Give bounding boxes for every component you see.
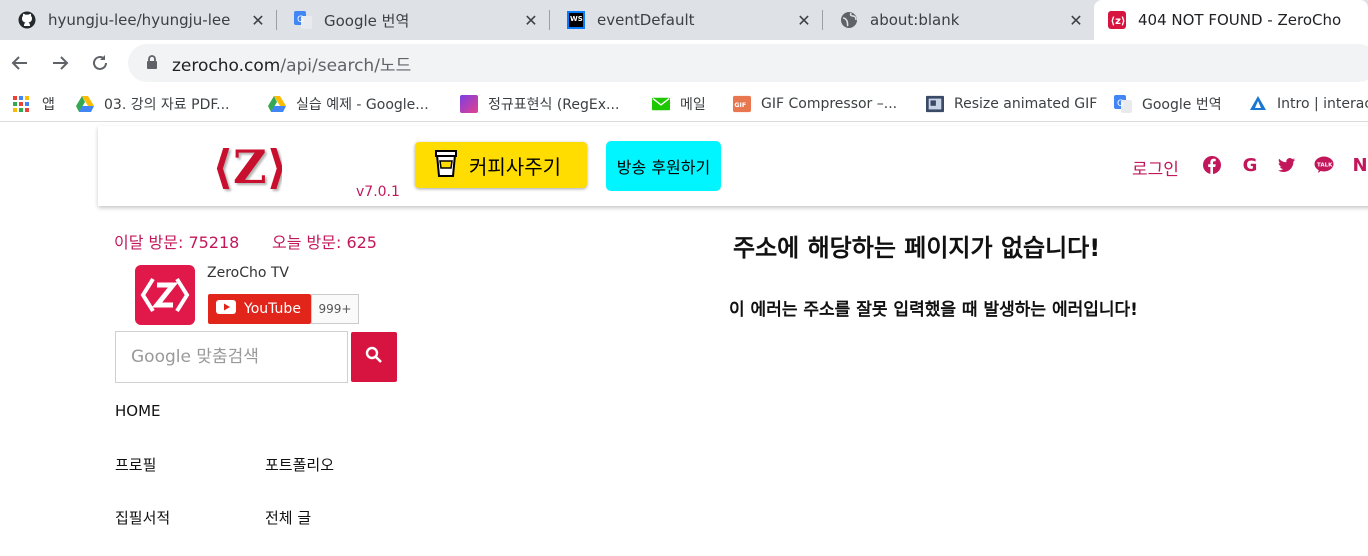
bookmark-angular-intro[interactable]: Intro | interac: [1249, 93, 1368, 115]
login-link[interactable]: 로그인: [1132, 155, 1179, 180]
bookmarks-bar: 앱 03. 강의 자료 PDF... 실습 예제 - Google... 정규표…: [0, 86, 1368, 122]
facebook-icon[interactable]: [1202, 155, 1222, 175]
nav-home[interactable]: HOME: [115, 402, 161, 420]
globe-icon: [840, 11, 858, 29]
github-icon: [18, 11, 36, 29]
site-version: v7.0.1: [356, 184, 400, 200]
donate-broadcast-button[interactable]: 방송 후원하기: [606, 141, 721, 191]
bookmark-regex[interactable]: 정규표현식 (RegEx...: [460, 93, 619, 115]
twitter-icon[interactable]: [1277, 155, 1297, 175]
nav-writing[interactable]: 집필서적: [115, 507, 170, 528]
svg-text:WS: WS: [570, 15, 583, 23]
bookmark-lecture-pdf[interactable]: 03. 강의 자료 PDF...: [76, 93, 230, 115]
tab-about-blank[interactable]: about:blank ✕: [822, 0, 1094, 40]
svg-text:G: G: [1117, 99, 1124, 109]
close-icon[interactable]: ✕: [1066, 10, 1086, 30]
angular-icon: [1249, 95, 1267, 113]
zerocho-logo[interactable]: ⟨Z⟩: [210, 136, 288, 196]
youtube-label: YouTube: [244, 301, 301, 317]
bookmark-label: 메일: [680, 97, 706, 113]
tab-google-translate[interactable]: G Google 번역 ✕: [276, 0, 550, 40]
url-host: zerocho.com: [172, 55, 281, 76]
coffee-cup-icon: [435, 149, 457, 182]
nav-all-posts[interactable]: 전체 글: [265, 507, 311, 528]
browser-tab-strip: hyungju-lee/hyungju-lee ✕ G Google 번역 ✕ …: [0, 0, 1368, 40]
today-visits: 오늘 방문: 625: [272, 233, 377, 252]
gradient-square-icon: [460, 95, 478, 113]
nav-portfolio[interactable]: 포트폴리오: [265, 454, 334, 475]
close-icon[interactable]: ✕: [794, 10, 814, 30]
bookmark-label: 정규표현식 (RegEx...: [488, 97, 620, 113]
url-text: zerocho.com/api/search/노드: [172, 51, 411, 76]
google-drive-icon: [268, 95, 286, 113]
svg-text:G: G: [297, 15, 304, 25]
tab-title: eventDefault: [597, 11, 695, 29]
bookmark-practice-examples[interactable]: 실습 예제 - Google...: [268, 93, 429, 115]
svg-text:⟨Z⟩: ⟨Z⟩: [212, 140, 282, 194]
nav-profile[interactable]: 프로필: [115, 454, 156, 475]
tab-github[interactable]: hyungju-lee/hyungju-lee ✕: [0, 0, 277, 40]
month-visits: 이달 방문: 75218: [114, 233, 240, 252]
mail-icon: [652, 95, 670, 113]
bookmark-label: Resize animated GIF: [954, 96, 1098, 112]
error-description: 이 에러는 주소를 잘못 입력했을 때 발생하는 에러입니다!: [729, 300, 1138, 320]
subscriber-count: 999+: [311, 294, 359, 324]
bookmark-apps[interactable]: 앱: [12, 93, 55, 115]
google-translate-icon: G: [1114, 95, 1132, 113]
svg-text:GIF: GIF: [734, 102, 746, 109]
buy-coffee-label: 커피사주기: [469, 154, 561, 179]
address-bar[interactable]: zerocho.com/api/search/노드: [128, 44, 1368, 82]
bookmark-label: 실습 예제 - Google...: [296, 97, 429, 113]
tab-title: hyungju-lee/hyungju-lee: [48, 11, 231, 29]
kakao-text: TALK: [1317, 163, 1333, 169]
zerocho-tv-avatar[interactable]: [135, 265, 195, 325]
google-custom-search-input[interactable]: [116, 332, 347, 382]
tab-zerocho-404[interactable]: ⟨z⟩ 404 NOT FOUND - ZeroCho: [1094, 0, 1368, 40]
youtube-subscribe-button[interactable]: YouTube: [208, 294, 311, 324]
tab-title: about:blank: [870, 11, 960, 29]
bookmark-label: GIF Compressor –...: [761, 96, 898, 112]
bookmark-label: 앱: [42, 97, 55, 113]
forward-arrow-icon[interactable]: [48, 51, 72, 75]
browser-toolbar: zerocho.com/api/search/노드: [0, 40, 1368, 86]
zerocho-icon: ⟨z⟩: [1108, 11, 1126, 29]
error-title: 주소에 해당하는 페이지가 없습니다!: [733, 234, 1101, 262]
youtube-play-icon: [216, 300, 236, 318]
bookmark-google-translate[interactable]: G Google 번역: [1114, 93, 1222, 115]
donate-label: 방송 후원하기: [616, 158, 711, 177]
bookmark-label: Intro | interac: [1277, 96, 1368, 112]
google-drive-icon: [76, 95, 94, 113]
back-arrow-icon[interactable]: [8, 51, 32, 75]
tab-title: Google 번역: [324, 11, 410, 30]
buy-coffee-button[interactable]: 커피사주기: [415, 142, 587, 188]
google-icon[interactable]: G: [1240, 155, 1260, 176]
site-header: ⟨Z⟩ v7.0.1 커피사주기 방송 후원하기 로그인 G TALK N: [98, 126, 1368, 206]
close-icon[interactable]: ✕: [521, 10, 541, 30]
gif-icon: GIF: [733, 95, 751, 113]
search-field-container: [115, 331, 348, 383]
lock-icon: [146, 54, 158, 73]
naver-icon[interactable]: N: [1350, 155, 1368, 176]
reload-icon[interactable]: [88, 51, 112, 75]
channel-name: ZeroCho TV: [207, 265, 290, 281]
tab-title: 404 NOT FOUND - ZeroCho: [1138, 11, 1342, 29]
close-icon[interactable]: ✕: [248, 10, 268, 30]
bookmark-mail[interactable]: 메일: [652, 93, 706, 115]
bookmark-gif-compressor[interactable]: GIF GIF Compressor –...: [733, 93, 897, 115]
tab-event-default[interactable]: WS eventDefault ✕: [549, 0, 823, 40]
google-translate-icon: G: [294, 11, 312, 29]
resize-gif-icon: [926, 95, 944, 113]
bookmark-label: 03. 강의 자료 PDF...: [104, 97, 230, 113]
url-path: /api/search/노드: [280, 55, 412, 76]
kakaotalk-icon[interactable]: TALK: [1314, 155, 1334, 175]
webstorm-icon: WS: [567, 11, 585, 29]
search-icon: [365, 346, 383, 368]
bookmark-label: Google 번역: [1142, 97, 1222, 113]
bookmark-resize-gif[interactable]: Resize animated GIF: [926, 93, 1097, 115]
svg-text:⟨z⟩: ⟨z⟩: [1111, 16, 1126, 27]
apps-grid-icon: [12, 95, 30, 113]
search-button[interactable]: [351, 332, 397, 382]
